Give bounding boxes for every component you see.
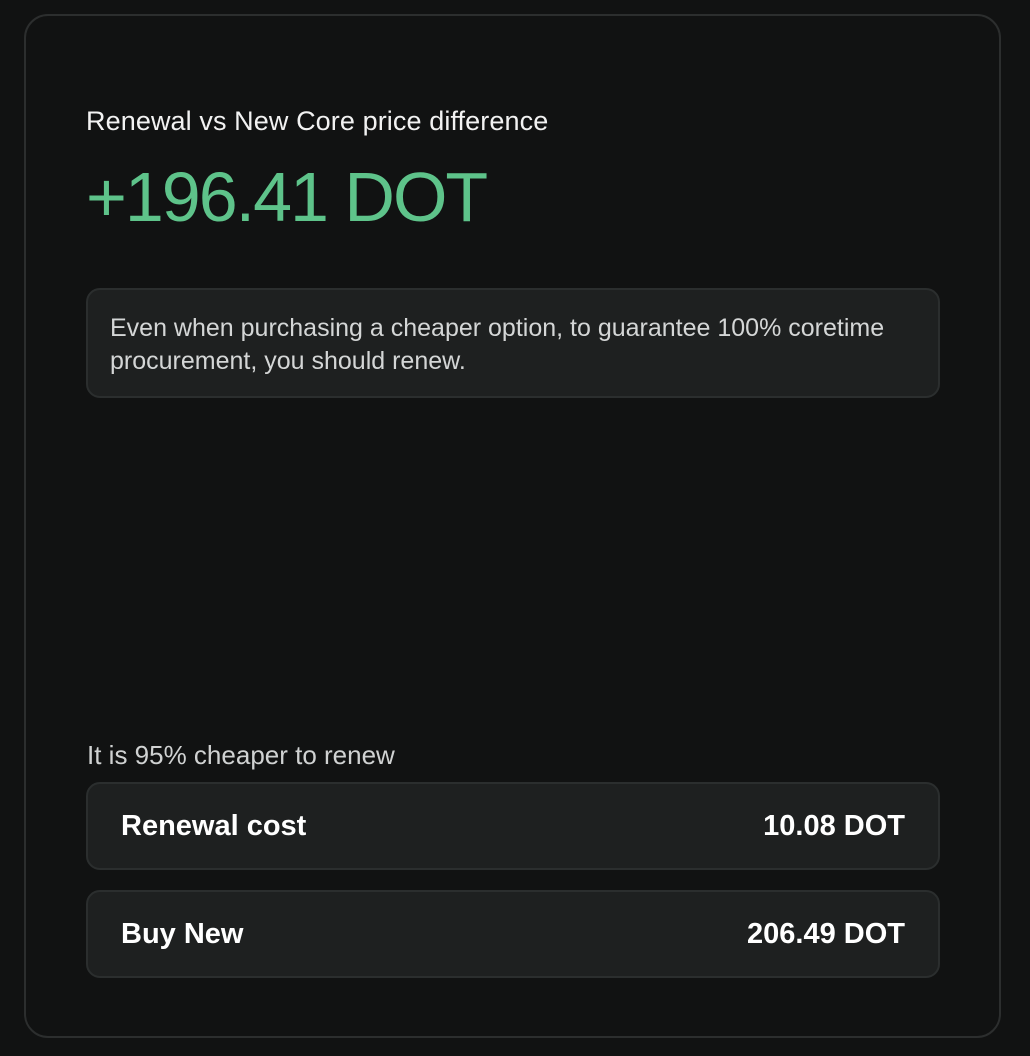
- buy-new-row: Buy New 206.49 DOT: [86, 890, 940, 978]
- savings-summary: It is 95% cheaper to renew: [87, 740, 395, 770]
- renewal-cost-value: 10.08 DOT: [763, 809, 905, 842]
- renewal-cost-row: Renewal cost 10.08 DOT: [86, 782, 940, 870]
- renewal-advice-note: Even when purchasing a cheaper option, t…: [86, 288, 940, 398]
- renewal-cost-label: Renewal cost: [121, 809, 307, 842]
- buy-new-value: 206.49 DOT: [747, 917, 905, 950]
- price-comparison-card: Renewal vs New Core price difference +19…: [24, 14, 1001, 1038]
- buy-new-label: Buy New: [121, 917, 244, 950]
- card-title: Renewal vs New Core price difference: [86, 106, 549, 136]
- price-difference-value: +196.41 DOT: [86, 158, 488, 236]
